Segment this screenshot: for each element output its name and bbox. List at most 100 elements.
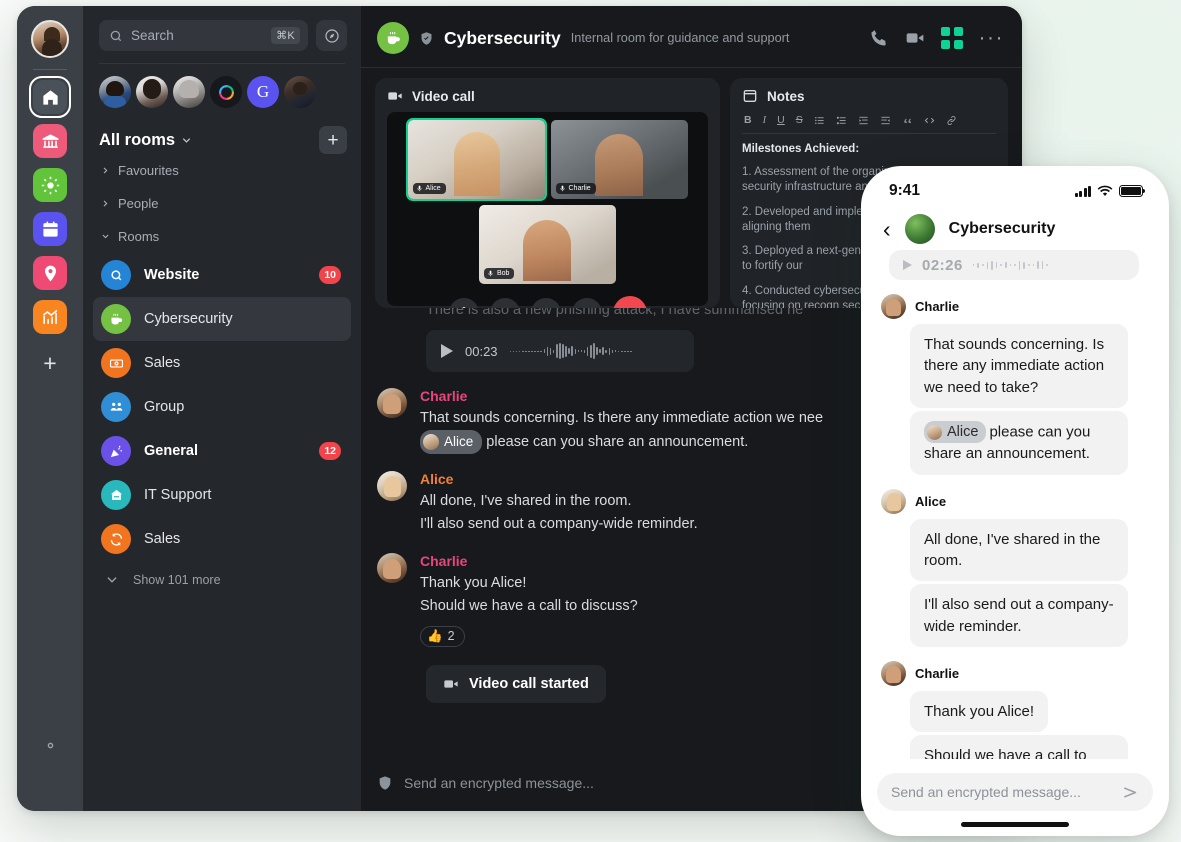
underline-button[interactable]: U — [777, 114, 785, 126]
message-bubble-mention[interactable]: Alice please can you share an announceme… — [910, 410, 1128, 475]
show-more-rooms[interactable]: Show 101 more — [93, 561, 351, 587]
waveform[interactable] — [509, 341, 632, 361]
group-favourites[interactable]: Favourites — [93, 154, 351, 187]
sidebar-room-sales-1[interactable]: Sales — [93, 341, 351, 385]
add-space-button[interactable]: + — [33, 346, 67, 380]
chevron-down-icon — [102, 234, 109, 239]
play-icon[interactable] — [441, 344, 453, 358]
space-home[interactable] — [29, 76, 71, 118]
sidebar-room-group[interactable]: Group — [93, 385, 351, 429]
search-input[interactable]: Search ⌘K — [99, 20, 308, 51]
avatar[interactable] — [377, 552, 407, 583]
avatar[interactable] — [377, 388, 407, 418]
audio-duration: 00:23 — [465, 343, 498, 359]
phone-audio-message[interactable]: 02:26 — [889, 250, 1139, 280]
avatar[interactable] — [881, 488, 906, 514]
video-call-started-event[interactable]: Video call started — [426, 664, 606, 703]
video-widget-title: Video call — [412, 88, 475, 104]
search-row: Search ⌘K — [93, 6, 351, 51]
gear-icon[interactable] — [36, 731, 64, 759]
bold-button[interactable]: B — [744, 114, 752, 126]
microphone-icon[interactable]: ⌄ — [448, 298, 479, 308]
hangup-icon[interactable] — [612, 296, 647, 308]
sidebar-room-sales-2[interactable]: Sales — [93, 517, 351, 561]
group-people[interactable]: People — [93, 187, 351, 220]
space-location[interactable] — [33, 256, 67, 290]
call-icon[interactable] — [869, 28, 889, 48]
avatar[interactable] — [99, 76, 131, 108]
strike-button[interactable]: S — [796, 114, 803, 126]
play-icon[interactable] — [903, 260, 912, 270]
chevron-left-icon[interactable]: ‹ — [883, 217, 891, 241]
mention-avatar — [423, 434, 439, 451]
mug-icon — [101, 304, 131, 334]
code-icon[interactable] — [924, 115, 935, 126]
add-room-button[interactable]: + — [319, 126, 347, 154]
video-widget-header: Video call — [387, 88, 708, 104]
cellular-icon — [1074, 185, 1091, 197]
room-avatar[interactable] — [377, 22, 409, 54]
sidebar-room-cybersecurity[interactable]: Cybersecurity — [93, 297, 351, 341]
sidebar-room-it-support[interactable]: IT Support — [93, 473, 351, 517]
mention-name: Alice — [444, 434, 474, 450]
mention-pill[interactable]: Alice — [420, 430, 483, 455]
indent-icon[interactable] — [858, 115, 869, 126]
sidebar-room-general[interactable]: General 12 — [93, 429, 351, 473]
avatar[interactable] — [173, 76, 205, 108]
more-icon[interactable] — [571, 298, 602, 308]
list-number-icon[interactable] — [836, 115, 847, 126]
room-avatar[interactable] — [904, 214, 935, 244]
participant-tag: Charlie — [555, 183, 596, 194]
space-bank[interactable] — [33, 124, 67, 158]
explore-button[interactable] — [316, 20, 347, 51]
share-screen-icon[interactable] — [530, 298, 561, 308]
element-logo-avatar[interactable] — [210, 76, 242, 108]
mention-suffix: please can you share an announcement. — [486, 434, 749, 451]
sidebar-room-website[interactable]: Website 10 — [93, 253, 351, 297]
space-weather[interactable] — [33, 168, 67, 202]
space-calendar[interactable] — [33, 212, 67, 246]
video-tile-bob[interactable]: Bob — [479, 205, 616, 284]
phone-message-charlie-2: Charlie Thank you Alice! Should we have … — [877, 660, 1153, 759]
avatar[interactable] — [136, 76, 168, 108]
phone-status-bar: 9:41 — [861, 166, 1169, 200]
more-icon[interactable]: ··· — [979, 27, 1004, 47]
avatar-g[interactable]: G — [247, 76, 279, 108]
message-bubble[interactable]: Thank you Alice! — [910, 690, 1049, 733]
quote-icon[interactable] — [902, 115, 913, 126]
widgets-icon[interactable] — [940, 27, 963, 49]
camera-icon[interactable]: ⌄ — [489, 298, 520, 308]
outdent-icon[interactable] — [880, 115, 891, 126]
waveform[interactable] — [972, 260, 1048, 270]
message-bubble[interactable]: That sounds concerning. Is there any imm… — [910, 324, 1128, 408]
list-bullet-icon[interactable] — [814, 115, 825, 126]
user-avatar[interactable] — [31, 20, 69, 58]
video-tile-charlie[interactable]: Charlie — [550, 120, 688, 199]
space-analytics[interactable] — [33, 300, 67, 334]
compass-icon — [324, 28, 339, 43]
italic-button[interactable]: I — [763, 115, 767, 126]
message-bubble[interactable]: Should we have a call to discuss? — [910, 735, 1128, 759]
mic-muted-icon — [559, 185, 565, 192]
search-shortcut: ⌘K — [271, 27, 300, 44]
message-bubble[interactable]: I'll also send out a company-wide remind… — [910, 584, 1128, 647]
reaction-chip[interactable]: 👍 2 — [420, 625, 465, 647]
phone-room-header: ‹ Cybersecurity — [861, 200, 1169, 250]
participant-tag: Alice — [412, 183, 446, 194]
mention-pill[interactable]: Alice — [924, 420, 987, 444]
all-rooms-dropdown[interactable]: All rooms — [99, 131, 192, 150]
avatar[interactable] — [284, 76, 316, 108]
phone-composer[interactable]: Send an encrypted message... — [877, 773, 1153, 811]
mic-muted-icon — [488, 270, 493, 277]
avatar[interactable] — [881, 294, 906, 319]
link-icon[interactable] — [946, 115, 957, 126]
audio-message[interactable]: 00:23 — [426, 330, 694, 372]
video-tile-alice[interactable]: Alice — [405, 118, 547, 201]
avatar[interactable] — [377, 470, 407, 501]
avatar[interactable] — [881, 660, 906, 686]
chevron-down-icon — [107, 577, 117, 583]
room-label: Sales — [144, 355, 181, 371]
group-rooms[interactable]: Rooms — [93, 220, 351, 253]
video-icon[interactable] — [905, 28, 925, 48]
message-bubble[interactable]: All done, I've shared in the room. — [910, 518, 1128, 582]
